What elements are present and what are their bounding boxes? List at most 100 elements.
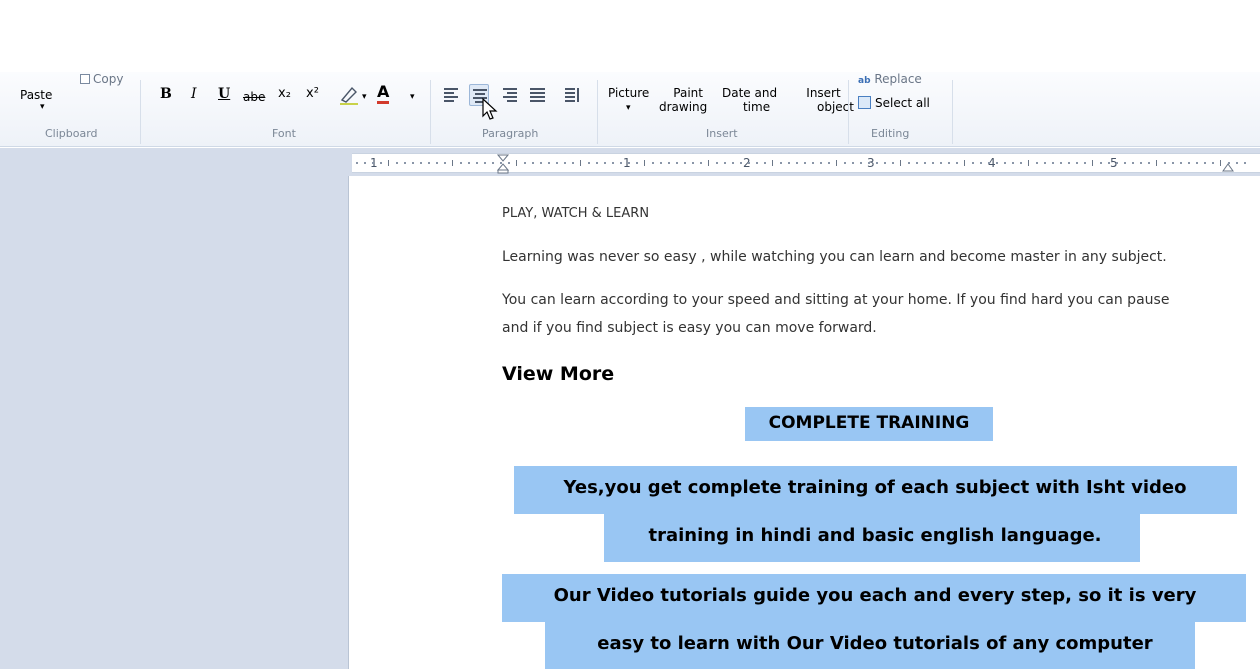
ruler-mark [876,162,878,164]
ruler-mark [1036,162,1038,164]
ruler-mark [420,162,422,164]
ruler-mark [1044,162,1046,164]
ruler-mark [652,162,654,164]
ruler-mark [940,162,942,164]
group-divider [597,80,598,144]
picture-button[interactable]: Picture [608,86,649,100]
strikethrough-button[interactable]: abe [243,89,265,105]
ruler-mark [636,162,638,164]
ruler-mark [996,162,998,164]
ruler-mark [564,162,566,164]
ruler-mark [692,162,694,164]
ruler-mark [748,162,750,164]
ruler-mark [1084,162,1086,164]
insert-object-button[interactable]: Insert object [793,86,854,114]
ruler-mark [852,162,854,164]
ruler-mark [452,160,453,166]
ruler-mark [556,162,558,164]
ruler-mark [724,162,726,164]
paragraph-dialog-button[interactable] [563,84,583,106]
editing-group-label: Editing [871,127,910,140]
ruler-mark [684,162,686,164]
group-divider [140,80,141,144]
highlighter-dropdown-icon[interactable]: ▾ [362,90,367,104]
underline-button[interactable]: U [218,86,230,102]
indent-marker-icon[interactable] [497,154,509,174]
window-top-area [0,0,1260,72]
ruler-mark [788,162,790,164]
ruler-mark [884,162,886,164]
paragraph-group-label: Paragraph [482,127,539,140]
picture-dropdown-icon[interactable]: ▾ [626,101,631,115]
ruler-mark [380,162,382,164]
ruler-mark [508,162,510,164]
align-right-button[interactable] [500,84,520,106]
ruler-mark [596,162,598,164]
ruler-mark [660,162,662,164]
ruler-mark [1108,162,1110,164]
ruler-mark [436,162,438,164]
view-more-heading: View More [502,363,615,385]
selected-text-line: training in hindi and basic english lang… [648,525,1102,546]
ruler-mark [428,162,430,164]
highlighter-icon[interactable] [338,84,360,106]
ruler-mark [1140,162,1142,164]
paste-button[interactable]: Paste [20,88,52,102]
selected-text-line: easy to learn with Our Video tutorials o… [597,633,1153,654]
document-margin-area [0,148,348,669]
ruler-mark [1164,162,1166,164]
ruler-mark [628,162,630,164]
ruler-mark [980,162,982,164]
date-time-button[interactable]: Date and time [722,86,777,114]
ruler-mark [1060,162,1062,164]
superscript-button[interactable]: x² [306,86,319,102]
copy-button[interactable]: Copy [80,72,123,86]
ruler-mark [476,162,478,164]
subscript-button[interactable]: x₂ [278,86,291,102]
paste-dropdown-icon[interactable]: ▾ [40,100,45,114]
ruler-mark [396,162,398,164]
select-all-icon [858,96,871,109]
ruler-mark [1212,162,1214,164]
ruler-mark [924,162,926,164]
font-color-button[interactable]: A [377,83,390,104]
complete-training-heading: COMPLETE TRAINING [768,413,970,433]
align-left-button[interactable] [442,84,462,106]
ruler-mark [532,162,534,164]
ruler-mark [356,162,358,164]
ruler-mark [1092,160,1093,166]
copy-icon [80,74,90,84]
ruler-mark [780,162,782,164]
horizontal-ruler[interactable]: 1 1 2 3 4 5 [352,153,1260,174]
ruler-mark [948,162,950,164]
ruler-mark [612,162,614,164]
ruler-mark [1188,162,1190,164]
replace-icon: ab [858,76,871,86]
ruler-mark [964,160,965,166]
bold-button[interactable]: B [160,86,172,102]
ruler-mark [820,162,822,164]
paint-drawing-button[interactable]: Paint drawing [659,86,707,114]
group-divider [430,80,431,144]
ruler-mark [900,160,901,166]
ruler-mark [764,162,766,164]
ruler-mark [932,162,934,164]
ruler-mark [388,160,389,166]
font-color-dropdown-icon[interactable]: ▾ [410,90,415,104]
ruler-mark [756,162,758,164]
selected-text-line: Yes,you get complete training of each su… [563,477,1187,498]
group-divider [848,80,849,144]
font-group-label: Font [272,127,296,140]
ruler-mark [1004,162,1006,164]
ruler-mark [516,160,517,166]
replace-button[interactable]: ab Replace [858,72,922,88]
ruler-mark [588,162,590,164]
justify-button[interactable] [528,84,548,106]
select-all-button[interactable]: Select all [858,96,930,110]
ruler-mark [1020,162,1022,164]
ruler-mark [412,162,414,164]
ruler-mark [860,162,862,164]
italic-button[interactable]: I [191,86,197,102]
document-heading: PLAY, WATCH & LEARN [502,206,650,221]
ruler-mark [708,160,709,166]
